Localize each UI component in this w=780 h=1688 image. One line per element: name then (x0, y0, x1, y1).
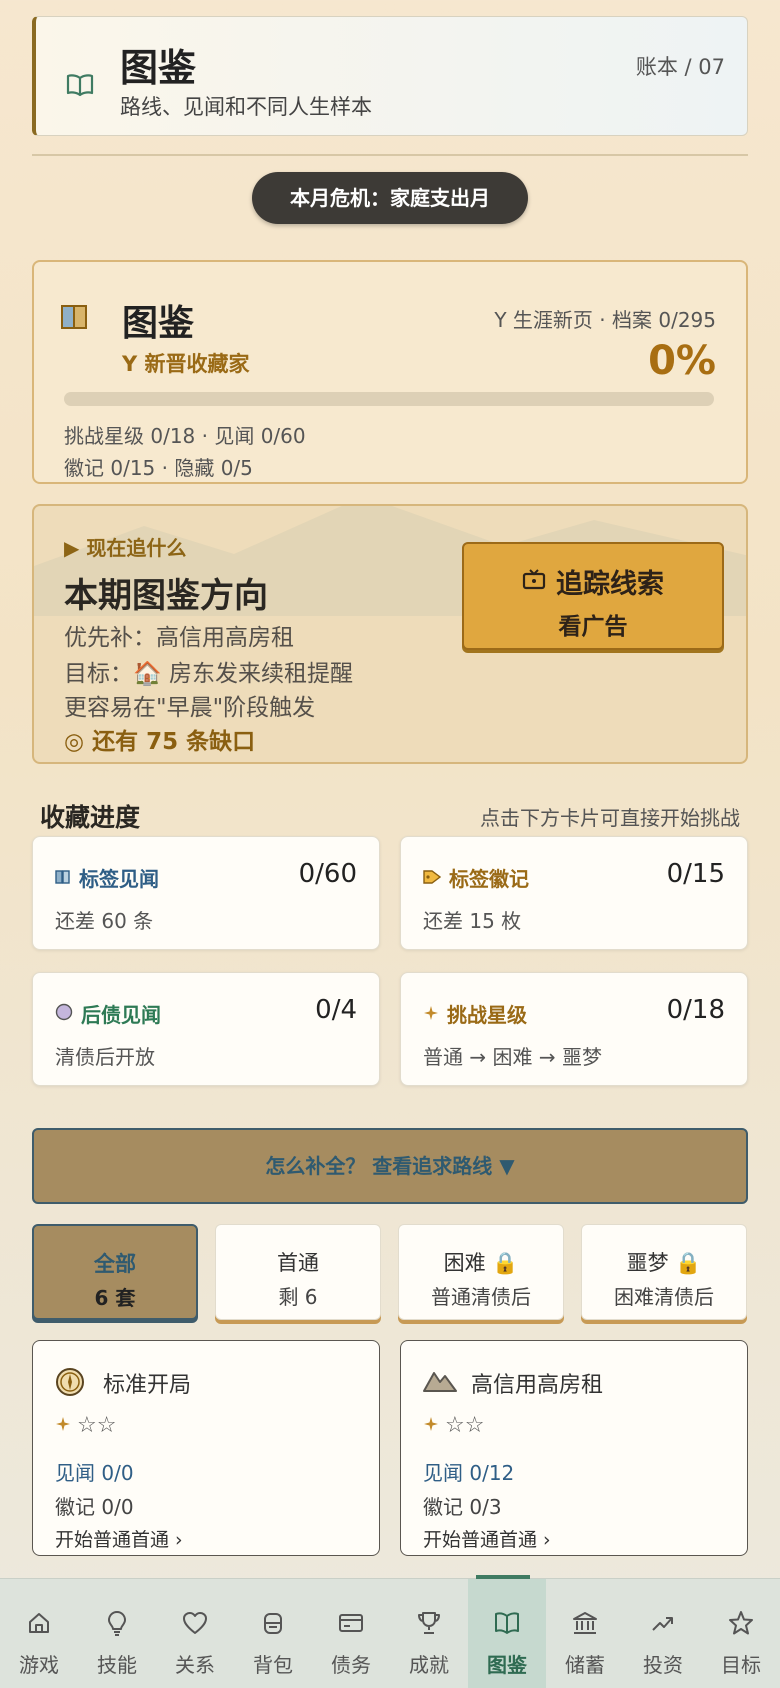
page-header: 图鉴 路线、见闻和不同人生样本 账本 / 07 (32, 16, 748, 136)
backpack-icon (264, 1613, 282, 1634)
stat-card-sub: 普通 → 困难 → 噩梦 (423, 1045, 602, 1069)
collection-stats-line2: 徽记 0/15 · 隐藏 0/5 (64, 456, 253, 480)
play-icon: ▶ (64, 536, 80, 560)
nav-item-collection[interactable]: 图鉴 (468, 1575, 546, 1688)
view-route-button[interactable]: 怎么补全？ 查看追求路线 ▼ (32, 1128, 748, 1204)
route-seen: 见闻 0/12 (423, 1461, 515, 1485)
route-start-link[interactable]: 开始普通首通 › (423, 1525, 551, 1552)
lightbulb-icon (108, 1611, 126, 1636)
stat-card-tag-seen[interactable]: 标签见闻 0/60 还差 60 条 (32, 836, 380, 950)
section-hint: 点击下方卡片可直接开始挑战 (480, 806, 740, 830)
direction-eyebrow: ▶ 现在追什么 (64, 536, 187, 560)
open-book-icon (66, 73, 94, 101)
stat-card-value: 0/18 (666, 995, 725, 1025)
bottom-nav: 游戏 技能 关系 背包 债务 成就 图鉴 储蓄 投资 目标 (0, 1575, 780, 1688)
stat-card-value: 0/4 (315, 995, 357, 1025)
stat-card-post-debt[interactable]: 后债见闻 0/4 清债后开放 (32, 972, 380, 1086)
home-icon (29, 1613, 49, 1633)
nav-item-goal[interactable]: 目标 (702, 1579, 780, 1688)
tv-icon (522, 566, 546, 597)
mountain-icon (423, 1367, 457, 1397)
sparkle-icon (423, 1002, 439, 1026)
section-title: 收藏进度 (40, 803, 141, 832)
sprout-icon: Y (122, 352, 138, 376)
direction-goal: 目标：🏠 房东发来续租提醒 (64, 661, 353, 687)
track-clue-sub: 看广告 (558, 614, 628, 640)
stat-card-sub: 还差 15 枚 (423, 909, 522, 933)
book-stack-icon (60, 302, 90, 336)
book-icon (495, 1612, 519, 1634)
heart-icon (183, 1612, 207, 1634)
crisis-badge: 本月危机：家庭支出月 (252, 172, 528, 224)
collection-progress-bar (64, 392, 714, 406)
collection-percent: 0% (648, 338, 716, 384)
stat-card-label: 后债见闻 (55, 999, 161, 1028)
direction-priority: 优先补：高信用高房租 (64, 625, 294, 651)
stat-card-label: 标签徽记 (423, 863, 529, 892)
circle-icon (55, 1002, 73, 1026)
route-badge: 徽记 0/3 (423, 1495, 502, 1519)
nav-item-achievements[interactable]: 成就 (390, 1579, 468, 1688)
star-icon (729, 1611, 753, 1635)
stat-card-value: 0/60 (298, 859, 357, 889)
sparkle-icon (423, 1413, 439, 1438)
trend-icon (652, 1617, 673, 1631)
collection-rank: Y 新晋收藏家 (122, 352, 250, 376)
route-badge: 徽记 0/0 (55, 1495, 134, 1519)
stat-card-sub: 清债后开放 (55, 1045, 155, 1069)
direction-title: 本期图鉴方向 (64, 576, 268, 616)
stat-card-sub: 还差 60 条 (55, 909, 154, 933)
nav-item-game[interactable]: 游戏 (0, 1579, 78, 1688)
direction-trigger: 更容易在"早晨"阶段触发 (64, 695, 316, 721)
filter-tab-nightmare[interactable]: 噩梦 🔒 困难清债后 (581, 1224, 747, 1320)
sparkle-icon (55, 1413, 71, 1438)
stat-card-label: 标签见闻 (55, 863, 159, 892)
card-icon (339, 1614, 363, 1632)
divider (32, 154, 748, 156)
target-icon: ◎ (64, 729, 85, 755)
tag-icon (423, 866, 442, 890)
nav-item-savings[interactable]: 储蓄 (546, 1579, 624, 1688)
nav-item-backpack[interactable]: 背包 (234, 1579, 312, 1688)
route-title: 标准开局 (103, 1373, 192, 1398)
nav-item-skills[interactable]: 技能 (78, 1579, 156, 1688)
route-start-link[interactable]: 开始普通首通 › (55, 1525, 183, 1552)
collection-summary-card: 图鉴 Y 新晋收藏家 Y 生涯新页 · 档案 0/295 0% 挑战星级 0/1… (32, 260, 748, 484)
page-title: 图鉴 (120, 46, 197, 90)
route-card-standard[interactable]: 标准开局 ☆☆ 见闻 0/0 徽记 0/0 开始普通首通 › (32, 1340, 380, 1556)
route-card-high-credit[interactable]: 高信用高房租 ☆☆ 见闻 0/12 徽记 0/3 开始普通首通 › (400, 1340, 748, 1556)
compass-icon (55, 1367, 85, 1401)
page-subtitle: 路线、见闻和不同人生样本 (120, 95, 372, 119)
collection-stats-line1: 挑战星级 0/18 · 见闻 0/60 (64, 424, 306, 448)
route-stars: ☆☆ (55, 1413, 116, 1438)
book-icon (55, 866, 71, 890)
route-stars: ☆☆ (423, 1413, 484, 1438)
track-clue-button[interactable]: 追踪线索 看广告 (462, 542, 724, 650)
collection-title: 图鉴 (122, 303, 195, 344)
nav-item-debt[interactable]: 债务 (312, 1579, 390, 1688)
stat-card-challenge-stars[interactable]: 挑战星级 0/18 普通 → 困难 → 噩梦 (400, 972, 748, 1086)
filter-tab-hard[interactable]: 困难 🔒 普通清债后 (398, 1224, 564, 1320)
bank-icon (573, 1612, 597, 1634)
route-seen: 见闻 0/0 (55, 1461, 134, 1485)
filter-tab-first-clear[interactable]: 首通 剩 6 (215, 1224, 381, 1320)
direction-gap: ◎ 还有 75 条缺口 (64, 729, 256, 755)
stat-card-value: 0/15 (666, 859, 725, 889)
nav-item-relations[interactable]: 关系 (156, 1579, 234, 1688)
filter-tab-all[interactable]: 全部 6 套 (32, 1224, 198, 1320)
nav-item-invest[interactable]: 投资 (624, 1579, 702, 1688)
current-direction-card: ▶ 现在追什么 本期图鉴方向 优先补：高信用高房租 目标：🏠 房东发来续租提醒 … (32, 504, 748, 764)
stat-card-tag-badge[interactable]: 标签徽记 0/15 还差 15 枚 (400, 836, 748, 950)
trophy-icon (418, 1612, 440, 1634)
stat-card-label: 挑战星级 (423, 999, 527, 1028)
ledger-label: 账本 / 07 (635, 55, 725, 79)
career-new-page: Y 生涯新页 · 档案 0/295 (494, 308, 716, 332)
sprout-icon: Y (494, 308, 507, 332)
route-title: 高信用高房租 (471, 1373, 604, 1398)
